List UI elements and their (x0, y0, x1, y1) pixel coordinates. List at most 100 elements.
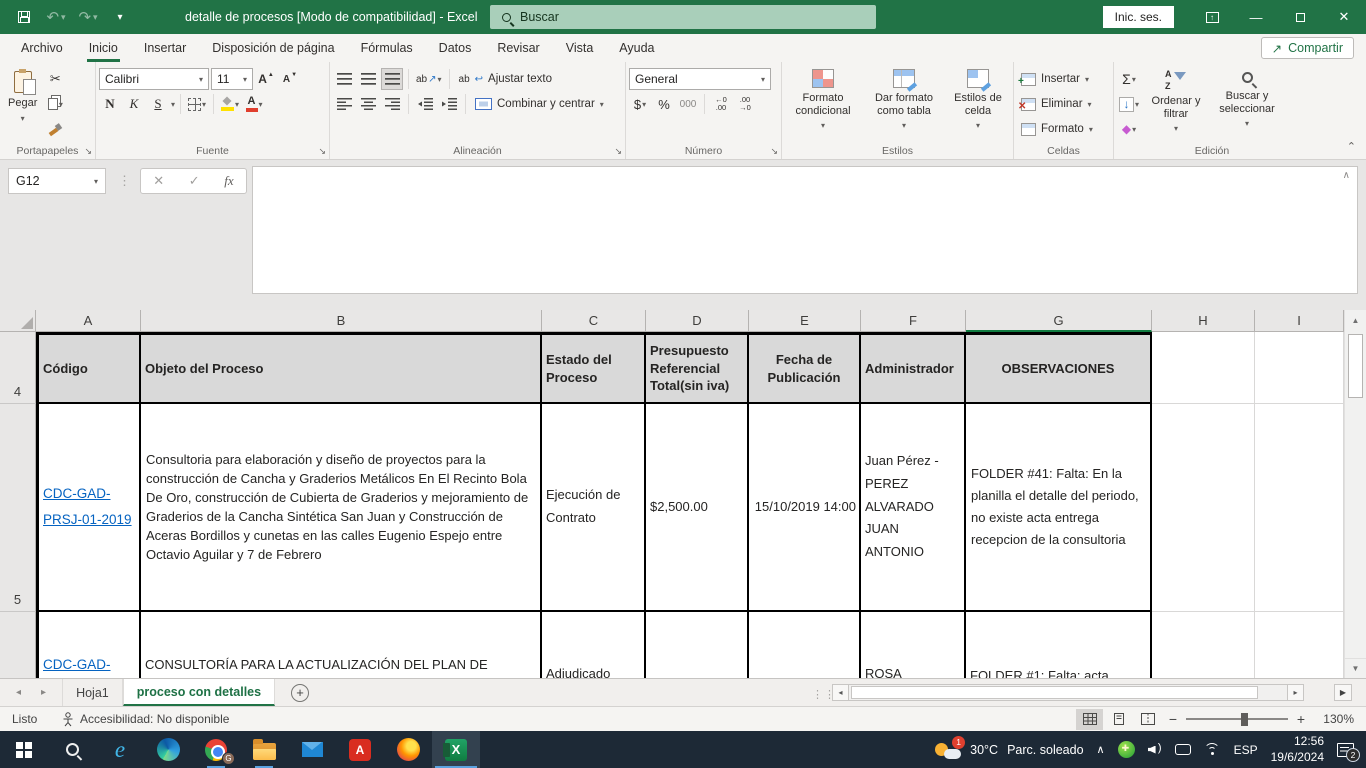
cell-f4[interactable]: Administrador (861, 332, 966, 404)
taskbar-weather[interactable]: 1 30°C Parc. soleado (935, 740, 1083, 760)
tab-insertar[interactable]: Insertar (131, 34, 199, 62)
tab-vista[interactable]: Vista (553, 34, 607, 62)
copy-button[interactable]: ▾ (44, 93, 66, 115)
increase-font-button[interactable]: A▲ (255, 68, 277, 90)
delete-cells-button[interactable]: ✕Eliminar▾ (1017, 93, 1097, 115)
cell-c5[interactable]: Ejecución de Contrato (542, 404, 646, 612)
tab-disposicion[interactable]: Disposición de página (199, 34, 347, 62)
notifications-icon[interactable]: 2 (1337, 743, 1354, 757)
page-break-view-button[interactable] (1134, 709, 1161, 730)
tab-datos[interactable]: Datos (426, 34, 485, 62)
cell-styles-button[interactable]: Estilos de celda ▾ (947, 66, 1009, 143)
cell-b5[interactable]: Consultoria para elaboración y diseño de… (141, 404, 542, 612)
prev-sheet-icon[interactable]: ◂ (16, 687, 21, 698)
scroll-right-icon[interactable]: ▸ (1287, 684, 1304, 701)
tab-ayuda[interactable]: Ayuda (606, 34, 667, 62)
cancel-entry-icon[interactable]: ✕ (153, 173, 164, 189)
borders-button[interactable]: ▾ (186, 93, 208, 115)
start-button[interactable] (0, 731, 48, 768)
chevron-down-icon[interactable]: ▾ (171, 100, 175, 109)
column-header-b[interactable]: B (141, 310, 542, 332)
tab-scroll-right-icon[interactable]: ▶ (1334, 684, 1352, 701)
cell-e4[interactable]: Fecha de Publicación (749, 332, 861, 404)
dialog-launcher-icon[interactable]: ↘ (770, 146, 778, 157)
taskbar-internet-explorer[interactable]: e (96, 731, 144, 768)
font-size-select[interactable]: 11▾ (211, 68, 253, 90)
normal-view-button[interactable] (1076, 709, 1103, 730)
language-indicator[interactable]: ESP (1234, 743, 1258, 757)
horizontal-scrollbar-thumb[interactable] (851, 686, 1258, 699)
format-painter-button[interactable] (44, 118, 66, 140)
row-header-4[interactable]: 4 (0, 332, 36, 404)
tab-inicio[interactable]: Inicio (76, 34, 131, 62)
save-button[interactable] (10, 3, 38, 31)
dialog-launcher-icon[interactable]: ↘ (318, 146, 326, 157)
paste-button[interactable]: Pegar ▾ (3, 66, 42, 143)
zoom-out-button[interactable]: − (1162, 711, 1184, 727)
decrease-decimal-button[interactable]: .00→0 (734, 93, 756, 115)
tab-formulas[interactable]: Fórmulas (348, 34, 426, 62)
collapse-ribbon-button[interactable]: ⌃ (1347, 140, 1356, 153)
confirm-entry-icon[interactable]: ✓ (189, 173, 200, 189)
row-header-5[interactable]: 5 (0, 404, 36, 612)
align-bottom-button[interactable] (381, 68, 403, 90)
align-top-button[interactable] (333, 68, 355, 90)
cell-c6[interactable]: Adjudicado (542, 612, 646, 678)
sort-filter-button[interactable]: AZ Ordenar y filtrar ▾ (1143, 66, 1209, 143)
select-all-corner[interactable] (0, 310, 36, 332)
insert-function-button[interactable]: fx (224, 173, 233, 189)
italic-button[interactable]: K (123, 93, 145, 115)
scroll-up-icon[interactable]: ▲ (1345, 310, 1366, 330)
column-header-i[interactable]: I (1255, 310, 1344, 332)
format-cells-button[interactable]: Formato▾ (1017, 118, 1097, 140)
column-header-g[interactable]: G (966, 310, 1152, 332)
currency-format-button[interactable]: $▾ (629, 93, 651, 115)
tab-archivo[interactable]: Archivo (8, 34, 76, 62)
comma-format-button[interactable]: 000 (677, 93, 699, 115)
taskbar-edge[interactable] (144, 731, 192, 768)
next-sheet-icon[interactable]: ▸ (41, 687, 46, 698)
taskbar-excel[interactable]: X (432, 731, 480, 768)
column-header-c[interactable]: C (542, 310, 646, 332)
insert-cells-button[interactable]: +Insertar▾ (1017, 68, 1097, 90)
cell-d4[interactable]: Presupuesto Referencial Total(sin iva) (646, 332, 749, 404)
cell-f6[interactable]: ROSA (861, 612, 966, 678)
wrap-text-button[interactable]: ab↩Ajustar texto (455, 68, 556, 90)
orientation-button[interactable]: ab↗▾ (414, 68, 444, 90)
name-box[interactable]: G12 ▾ (8, 168, 106, 194)
cell-d6[interactable] (646, 612, 749, 678)
column-header-h[interactable]: H (1152, 310, 1255, 332)
scroll-down-icon[interactable]: ▼ (1345, 658, 1366, 678)
increase-indent-button[interactable] (438, 93, 460, 115)
cell-a5-link[interactable]: CDC-GAD-PRSJ-01-2019 (36, 404, 141, 612)
cast-icon[interactable] (1175, 744, 1191, 755)
tray-expand-icon[interactable]: ∧ (1097, 743, 1105, 756)
autosum-button[interactable]: Σ▾ (1117, 68, 1141, 90)
zoom-slider-thumb[interactable] (1241, 713, 1248, 726)
sign-in-button[interactable]: Inic. ses. (1103, 6, 1174, 28)
dialog-launcher-icon[interactable]: ↘ (84, 146, 92, 157)
sheet-tab-hoja1[interactable]: Hoja1 (62, 679, 123, 706)
fill-button[interactable]: ↓▾ (1117, 93, 1141, 115)
redo-button[interactable]: ↷▾ (74, 3, 102, 31)
zoom-slider[interactable] (1186, 718, 1288, 720)
font-name-select[interactable]: Calibri▾ (99, 68, 209, 90)
column-header-f[interactable]: F (861, 310, 966, 332)
cell-e6[interactable] (749, 612, 861, 678)
align-right-button[interactable] (381, 93, 403, 115)
decrease-font-button[interactable]: A▼ (279, 68, 301, 90)
find-select-button[interactable]: Buscar y seleccionar ▾ (1211, 66, 1283, 143)
volume-icon[interactable] (1148, 744, 1162, 756)
percent-format-button[interactable]: % (653, 93, 675, 115)
cell-h5[interactable] (1152, 404, 1255, 612)
ribbon-display-options-button[interactable]: ↑ (1190, 0, 1234, 34)
new-sheet-button[interactable]: + (291, 684, 309, 702)
align-middle-button[interactable] (357, 68, 379, 90)
cell-h4[interactable] (1152, 332, 1255, 404)
search-box[interactable]: Buscar (490, 5, 876, 29)
close-button[interactable]: ✕ (1322, 0, 1366, 34)
zoom-level[interactable]: 130% (1312, 712, 1358, 726)
cell-d5[interactable]: $2,500.00 (646, 404, 749, 612)
scroll-left-icon[interactable]: ◂ (832, 684, 849, 701)
wifi-icon[interactable] (1204, 743, 1221, 756)
